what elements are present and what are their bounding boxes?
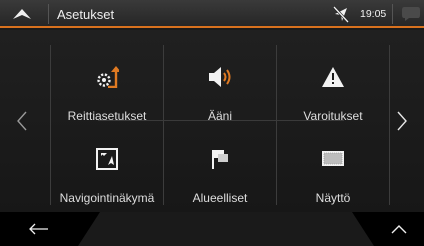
- separator: [392, 4, 393, 24]
- settings-grid: Reittiasetukset Ääni Varoitukset Navigoi…: [50, 30, 390, 212]
- tile-navigation-view[interactable]: Navigointinäkymä: [51, 124, 163, 205]
- speaker-icon: [209, 67, 231, 87]
- expand-button[interactable]: [374, 212, 424, 246]
- clock: 19:05: [360, 8, 387, 20]
- tile-label: Varoitukset: [303, 109, 363, 123]
- bottom-bar-edge: [78, 212, 100, 246]
- tile-regional[interactable]: Alueelliset: [164, 124, 276, 205]
- flag-icon: [212, 150, 228, 169]
- chevron-left-icon: [17, 111, 27, 131]
- warning-icon: [322, 67, 344, 87]
- separator: [48, 4, 49, 24]
- chevron-up-icon: [391, 224, 407, 233]
- arrow-left-icon: [29, 223, 48, 235]
- chevron-right-icon: [397, 111, 407, 131]
- navigation-view-icon: [96, 148, 118, 170]
- tile-label: Alueelliset: [192, 191, 248, 205]
- bottom-bar: [0, 212, 424, 246]
- tile-label: Navigointinäkymä: [59, 191, 155, 205]
- display-icon: [322, 151, 344, 166]
- menu-button[interactable]: [0, 0, 44, 28]
- page-title: Asetukset: [57, 7, 115, 22]
- tile-label: Reittiasetukset: [67, 109, 147, 123]
- previous-page-button[interactable]: [0, 30, 44, 212]
- caret-up-icon: [13, 9, 31, 19]
- gps-off-icon: [333, 6, 349, 23]
- tile-warnings[interactable]: Varoitukset: [277, 42, 389, 123]
- tile-display[interactable]: Näyttö: [277, 124, 389, 205]
- tile-label: Ääni: [207, 109, 233, 123]
- next-page-button[interactable]: [380, 30, 424, 212]
- tile-sound[interactable]: Ääni: [164, 42, 276, 123]
- tile-route-settings[interactable]: Reittiasetukset: [51, 42, 163, 123]
- route-settings-icon: [97, 66, 119, 88]
- settings-menu: Reittiasetukset Ääni Varoitukset Navigoi…: [0, 30, 424, 212]
- message-icon[interactable]: [401, 6, 421, 22]
- tile-label: Näyttö: [315, 191, 351, 205]
- top-bar: Asetukset 19:05: [0, 0, 424, 28]
- back-button[interactable]: [0, 212, 78, 246]
- bottom-bar-background: [78, 212, 374, 246]
- bottom-bar-edge: [352, 212, 374, 246]
